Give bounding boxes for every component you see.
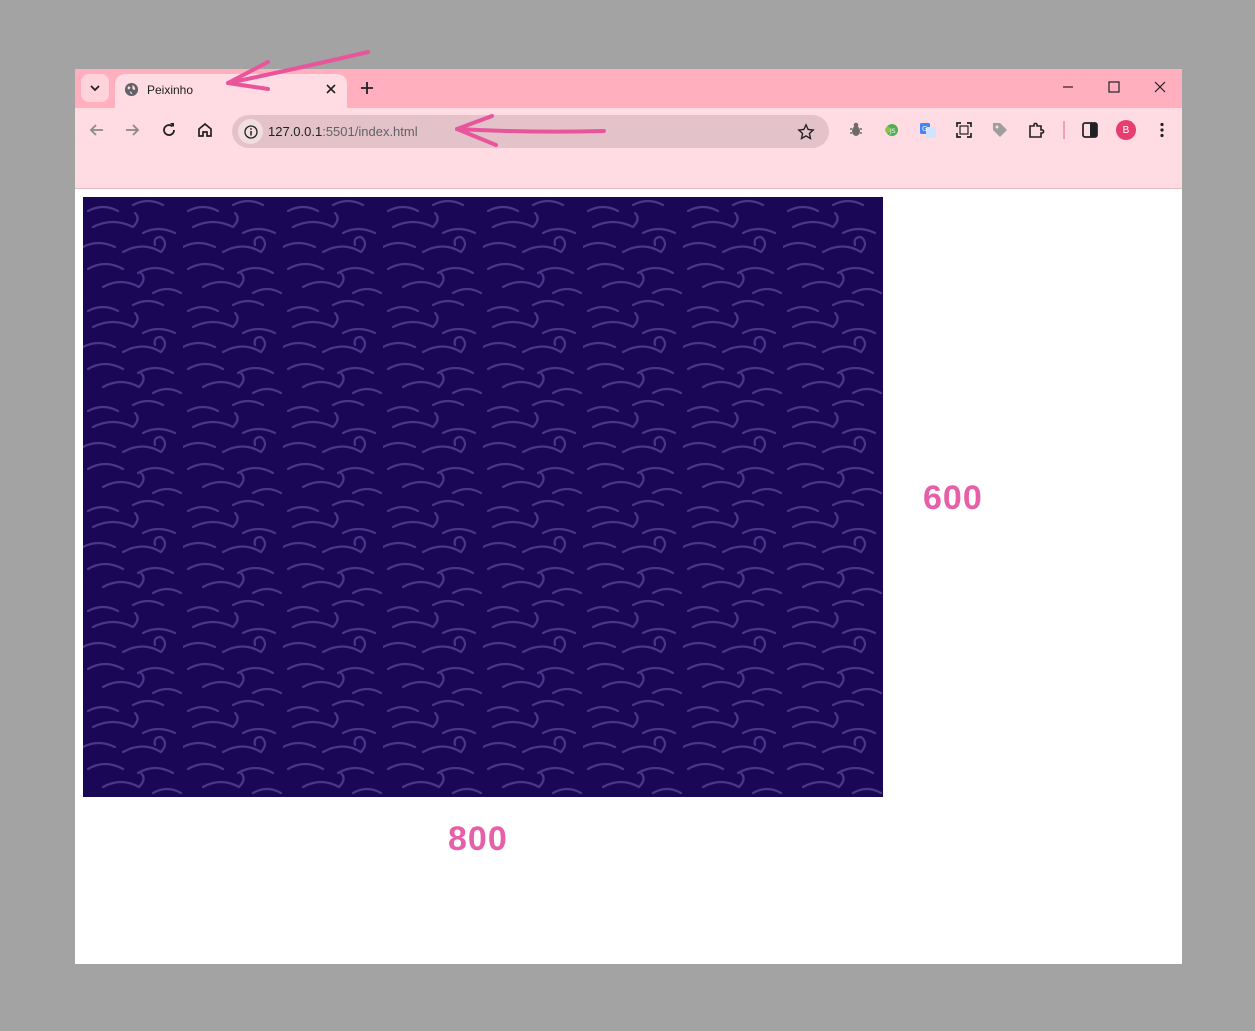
tag-extension-icon[interactable] bbox=[990, 120, 1010, 140]
height-annotation: 600 bbox=[923, 479, 983, 517]
svg-text:G: G bbox=[922, 125, 927, 133]
browser-toolbar: 127.0.0.1:5501/index.html JS G B bbox=[75, 108, 1182, 189]
profile-avatar[interactable]: B bbox=[1116, 120, 1136, 140]
star-icon[interactable] bbox=[797, 123, 815, 141]
url-text: 127.0.0.1:5501/index.html bbox=[268, 124, 418, 139]
tab-strip: Peixinho bbox=[75, 69, 1182, 108]
url-host: 127.0.0.1 bbox=[268, 124, 323, 139]
forward-icon[interactable] bbox=[122, 120, 142, 140]
menu-dots-icon[interactable] bbox=[1152, 120, 1172, 140]
toolbar-divider bbox=[1063, 121, 1065, 139]
close-window-icon[interactable] bbox=[1152, 79, 1168, 95]
side-panel-icon[interactable] bbox=[1080, 120, 1100, 140]
maximize-icon[interactable] bbox=[1106, 79, 1122, 95]
translate-extension-icon[interactable]: G bbox=[918, 120, 938, 140]
close-icon[interactable] bbox=[324, 82, 338, 96]
width-annotation: 800 bbox=[448, 820, 508, 858]
game-canvas[interactable] bbox=[83, 197, 883, 797]
svg-text:JS: JS bbox=[889, 128, 896, 135]
tab-search-button[interactable] bbox=[81, 74, 109, 102]
plus-icon[interactable] bbox=[357, 78, 377, 98]
extensions-puzzle-icon[interactable] bbox=[1026, 120, 1046, 140]
url-path: :5501/index.html bbox=[322, 124, 418, 139]
tab-peixinho[interactable]: Peixinho bbox=[115, 74, 347, 108]
tab-title: Peixinho bbox=[147, 83, 194, 97]
reload-icon[interactable] bbox=[159, 120, 179, 140]
info-icon bbox=[243, 124, 258, 139]
site-info-button[interactable] bbox=[238, 119, 263, 144]
bug-extension-icon[interactable] bbox=[846, 120, 866, 140]
minimize-icon[interactable] bbox=[1060, 79, 1076, 95]
back-icon[interactable] bbox=[87, 120, 107, 140]
js-extension-icon[interactable]: JS bbox=[882, 120, 902, 140]
tab-search-icon bbox=[90, 85, 100, 92]
home-icon[interactable] bbox=[195, 120, 215, 140]
browser-window: Peixinho 127.0.0.1:5501/index.html JS G … bbox=[75, 69, 1182, 964]
screenshot-extension-icon[interactable] bbox=[954, 120, 974, 140]
globe-icon bbox=[124, 82, 139, 97]
address-bar[interactable]: 127.0.0.1:5501/index.html bbox=[232, 115, 829, 148]
